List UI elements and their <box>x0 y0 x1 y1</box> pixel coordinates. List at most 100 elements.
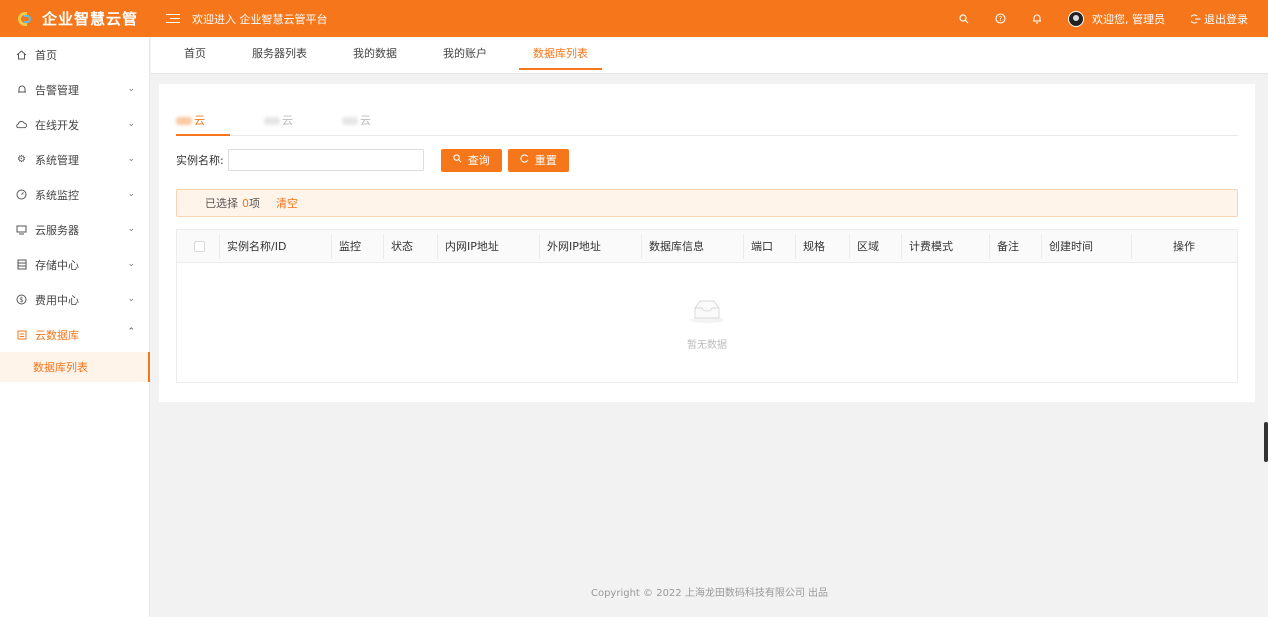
sidebar-item-system-monitor[interactable]: 系统监控 ⌄ <box>0 177 149 212</box>
sidebar-item-label: 告警管理 <box>35 83 79 97</box>
chevron-down-icon: ⌄ <box>127 224 135 234</box>
cloud-icon <box>16 119 27 130</box>
svg-text:$: $ <box>19 296 23 304</box>
sidebar-item-online-dev[interactable]: 在线开发 ⌄ <box>0 107 149 142</box>
sidebar-item-label: 系统管理 <box>35 153 79 167</box>
query-button-label: 查询 <box>467 154 490 167</box>
column-header[interactable]: 创建时间 <box>1041 230 1093 263</box>
brand[interactable]: 企业智慧云管 <box>0 0 150 37</box>
column-header[interactable]: 数据库信息 <box>641 230 704 263</box>
refresh-icon <box>520 154 529 166</box>
sidebar-item-home[interactable]: 首页 <box>0 37 149 72</box>
cloud-provider-tabs: 云 云 云 <box>176 108 1238 136</box>
dollar-icon: $ <box>16 294 27 305</box>
sidebar-item-billing[interactable]: $ 费用中心 ⌄ <box>0 282 149 317</box>
sidebar-item-cloud-server[interactable]: 云服务器 ⌄ <box>0 212 149 247</box>
sidebar-item-alerts[interactable]: 告警管理 ⌄ <box>0 72 149 107</box>
gauge-icon <box>16 189 27 200</box>
menu-toggle-icon[interactable] <box>166 13 180 24</box>
main-panel: 云 云 云 实例名称: 查询 重置 已选择 0 项 清空 实例名称/ID 监控 … <box>159 84 1255 402</box>
help-icon[interactable]: ? <box>995 13 1006 24</box>
sidebar-subitem-database-list[interactable]: 数据库列表 <box>0 352 150 382</box>
logout-label: 退出登录 <box>1204 12 1248 26</box>
selection-count: 0 <box>242 196 249 210</box>
chevron-down-icon: ⌄ <box>127 84 135 94</box>
sidebar-item-label: 在线开发 <box>35 118 79 132</box>
avatar <box>1068 10 1084 27</box>
bell-icon <box>16 84 27 95</box>
instance-name-label: 实例名称: <box>176 154 224 167</box>
cloud-tab-2[interactable]: 云 <box>264 112 293 128</box>
select-all-checkbox[interactable] <box>194 241 205 252</box>
instance-name-input[interactable] <box>227 149 424 171</box>
search-icon[interactable] <box>959 13 969 24</box>
column-header[interactable]: 计费模式 <box>901 230 953 263</box>
clear-selection-link[interactable]: 清空 <box>276 195 298 211</box>
sidebar: 首页 告警管理 ⌄ 在线开发 ⌄ ⚙ 系统管理 ⌄ 系统监控 ⌄ 云服务器 ⌄ … <box>0 37 150 617</box>
selection-bar: 已选择 0 项 清空 <box>176 189 1238 217</box>
bell-icon[interactable] <box>1032 13 1042 24</box>
column-header[interactable]: 实例名称/ID <box>219 230 286 263</box>
user-menu[interactable]: 欢迎您, 管理员 <box>1068 10 1165 27</box>
database-icon <box>16 329 27 340</box>
reset-button[interactable]: 重置 <box>507 148 569 172</box>
column-header[interactable]: 端口 <box>743 230 773 263</box>
tab-my-data[interactable]: 我的数据 <box>353 37 397 74</box>
column-header[interactable]: 规格 <box>795 230 825 263</box>
tab-server-list[interactable]: 服务器列表 <box>252 37 307 74</box>
monitor-icon <box>16 224 27 235</box>
tab-database-list[interactable]: 数据库列表 <box>519 37 602 74</box>
query-button[interactable]: 查询 <box>440 148 502 172</box>
sidebar-item-label: 云服务器 <box>35 223 79 237</box>
chevron-up-icon: ⌃ <box>127 327 135 337</box>
tab-my-account[interactable]: 我的账户 <box>443 37 487 74</box>
column-header[interactable]: 内网IP地址 <box>437 230 499 263</box>
top-bar: 企业智慧云管 欢迎进入 企业智慧云管平台 ? 欢迎您, 管理员 退出登录 <box>0 0 1268 37</box>
sidebar-item-storage[interactable]: 存储中心 ⌄ <box>0 247 149 282</box>
sidebar-item-cloud-database[interactable]: 云数据库 ⌃ <box>0 317 149 352</box>
reset-button-label: 重置 <box>534 154 557 167</box>
sidebar-item-system-admin[interactable]: ⚙ 系统管理 ⌄ <box>0 142 149 177</box>
logout-button[interactable]: 退出登录 <box>1191 11 1248 27</box>
chevron-down-icon: ⌄ <box>127 154 135 164</box>
cloud-tab-3[interactable]: 云 <box>342 112 371 128</box>
chevron-down-icon: ⌄ <box>127 119 135 129</box>
sidebar-subitem-label: 数据库列表 <box>33 361 88 374</box>
sidebar-item-label: 系统监控 <box>35 188 79 202</box>
empty-text: 暂无数据 <box>687 340 727 351</box>
home-icon <box>16 49 27 60</box>
welcome-text: 欢迎进入 企业智慧云管平台 <box>192 12 328 26</box>
footer-copyright: Copyright © 2022 上海龙田数码科技有限公司 出品 <box>590 588 829 599</box>
sidebar-item-label: 费用中心 <box>35 293 79 307</box>
column-header[interactable]: 外网IP地址 <box>539 230 601 263</box>
sidebar-item-label: 存储中心 <box>35 258 79 272</box>
page-tabs: 首页 服务器列表 我的数据 我的账户 数据库列表 <box>151 37 1268 74</box>
column-header[interactable]: 备注 <box>989 230 1019 263</box>
storage-icon <box>16 259 27 270</box>
column-header[interactable]: 状态 <box>383 230 413 263</box>
gear-icon: ⚙ <box>17 154 26 165</box>
logout-icon <box>1191 13 1201 24</box>
chevron-down-icon: ⌄ <box>127 294 135 304</box>
selection-prefix: 已选择 <box>205 197 238 210</box>
active-tab-indicator <box>176 134 230 136</box>
cloud-tab-1[interactable]: 云 <box>176 112 205 128</box>
empty-box-icon <box>689 296 725 324</box>
sidebar-item-label: 首页 <box>35 48 57 62</box>
logo-icon <box>18 11 32 27</box>
empty-state: 暂无数据 <box>177 264 1237 382</box>
brand-name: 企业智慧云管 <box>42 10 139 28</box>
svg-text:?: ? <box>999 15 1003 23</box>
page-scrollbar[interactable] <box>1264 422 1268 462</box>
cloud-tab-label: 云 <box>360 114 371 127</box>
cloud-tab-label: 云 <box>282 114 293 127</box>
instance-table: 实例名称/ID 监控 状态 内网IP地址 外网IP地址 数据库信息 端口 规格 … <box>176 229 1238 383</box>
chevron-down-icon: ⌄ <box>127 189 135 199</box>
sidebar-item-label: 云数据库 <box>35 328 79 342</box>
column-header[interactable]: 操作 <box>1131 230 1237 263</box>
search-form: 实例名称: 查询 重置 <box>176 148 569 172</box>
cloud-tab-label: 云 <box>194 114 205 127</box>
tab-home[interactable]: 首页 <box>184 37 206 74</box>
column-header[interactable]: 监控 <box>331 230 361 263</box>
column-header[interactable]: 区域 <box>849 230 879 263</box>
